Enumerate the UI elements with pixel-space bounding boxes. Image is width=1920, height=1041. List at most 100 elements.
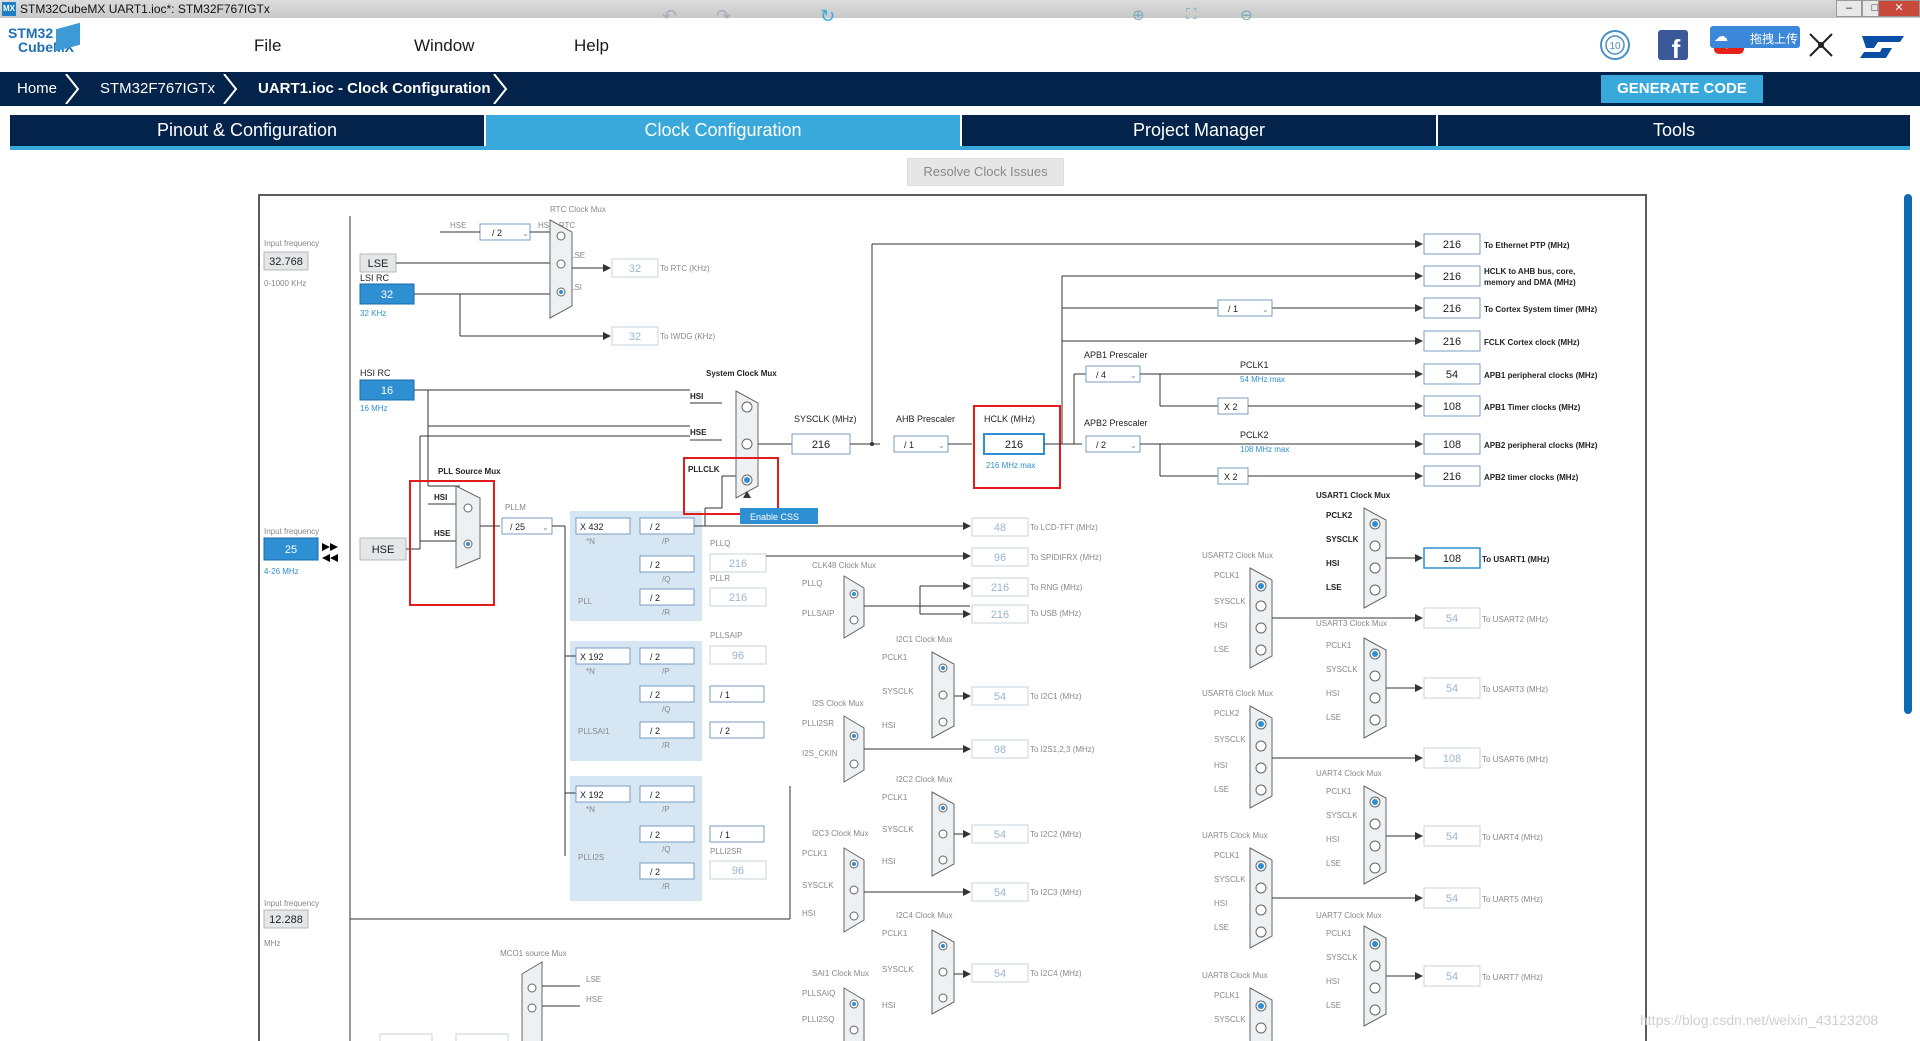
mco1-source-mux — [521, 961, 543, 1041]
tab-clock-configuration[interactable]: Clock Configuration — [486, 115, 960, 146]
fit-screen-icon[interactable]: ⛶ — [1186, 6, 1197, 23]
i2c4-value: 54 — [994, 968, 1006, 980]
clk48-radio-pllq-selected — [852, 592, 856, 596]
menu-file[interactable]: File — [254, 36, 281, 56]
pll-q-divider[interactable] — [639, 555, 695, 573]
pllsai1-p-value: / 2 — [650, 652, 660, 662]
usart3-radio-lse[interactable] — [1369, 714, 1381, 726]
usart6-in4: LSE — [1214, 785, 1229, 794]
usart6-radio-lse[interactable] — [1255, 784, 1267, 796]
i2c2-radio-sysclk[interactable] — [938, 829, 948, 839]
clk48-radio-pllsaip[interactable] — [849, 615, 859, 625]
undo-icon[interactable]: ↶ — [662, 6, 677, 27]
usart2-radio-lse[interactable] — [1255, 644, 1267, 656]
resolve-clock-issues-button[interactable]: Resolve Clock Issues — [907, 158, 1064, 186]
i2c4-radio-sysclk[interactable] — [938, 967, 948, 977]
pllsai1-p-divider[interactable] — [639, 647, 695, 665]
i2c4-radio-hsi[interactable] — [938, 993, 948, 1003]
uart4-radio-sysclk[interactable] — [1369, 818, 1381, 830]
rtc-mux-radio-lse[interactable] — [556, 259, 566, 269]
rtc-mux-radio-hse[interactable] — [556, 231, 566, 241]
plli2s-n-value: X 192 — [580, 790, 604, 800]
usart1-in4: LSE — [1326, 583, 1342, 592]
uart5-in2: SYSCLK — [1214, 875, 1246, 884]
uart7-radio-lse[interactable] — [1369, 1004, 1381, 1016]
lse-freq-value: 32.768 — [269, 256, 303, 268]
mco1-radio-lse[interactable] — [527, 983, 537, 993]
uart4-in2: SYSCLK — [1326, 811, 1358, 820]
usart3-radio-hsi[interactable] — [1369, 692, 1381, 704]
upload-badge[interactable]: ☁ 拖拽上传 — [1710, 26, 1800, 48]
pllsai1-q-post-divider[interactable] — [709, 685, 765, 703]
plli2s-q-post-divider[interactable] — [709, 825, 765, 843]
uart5-radio-selected — [1258, 863, 1264, 869]
mco1-radio-hse[interactable] — [527, 1003, 537, 1013]
clk48-in1-label: PLLQ — [802, 579, 822, 588]
vertical-scrollbar[interactable] — [1904, 194, 1912, 714]
refresh-icon[interactable]: ↻ — [820, 6, 835, 27]
usart3-radio-sysclk[interactable] — [1369, 670, 1381, 682]
plli2s-r-divider[interactable] — [639, 862, 695, 880]
zoom-out-icon[interactable]: ⊖ — [1240, 6, 1253, 24]
tab-pinout[interactable]: Pinout & Configuration — [10, 115, 484, 146]
uart7-radio-sysclk[interactable] — [1369, 960, 1381, 972]
menu-window[interactable]: Window — [414, 36, 474, 56]
uart5-in1: PCLK1 — [1214, 851, 1240, 860]
usart1-radio-lse[interactable] — [1369, 584, 1381, 596]
pll-r-divider[interactable] — [639, 588, 695, 606]
pllsai1-r-divider[interactable] — [639, 721, 695, 739]
pllsai1-q-divider[interactable] — [639, 685, 695, 703]
i2c3-radio-sysclk[interactable] — [849, 885, 859, 895]
uart5-radio-hsi[interactable] — [1255, 904, 1267, 916]
uart4-radio-hsi[interactable] — [1369, 840, 1381, 852]
zoom-in-icon[interactable]: ⊕ — [1132, 6, 1145, 24]
uart5-radio-sysclk[interactable] — [1255, 882, 1267, 894]
i2c3-in1: PCLK1 — [802, 849, 828, 858]
pll-p-divider[interactable] — [639, 517, 695, 535]
plli2s-q-divider[interactable] — [639, 825, 695, 843]
close-button[interactable]: ✕ — [1878, 0, 1920, 17]
uart8-radio-sysclk[interactable] — [1255, 1022, 1267, 1034]
i2c1-radio-sysclk[interactable] — [938, 690, 948, 700]
usart2-radio-hsi[interactable] — [1255, 622, 1267, 634]
output-fclk-label: FCLK Cortex clock (MHz) — [1484, 338, 1580, 347]
anniversary-icon[interactable]: 10 — [1598, 28, 1632, 62]
facebook-icon[interactable]: f — [1656, 28, 1690, 62]
network-icon[interactable] — [1804, 28, 1838, 62]
chevron-down-icon: ⌄ — [938, 441, 945, 450]
menu-help[interactable]: Help — [574, 36, 609, 56]
sys-mux-radio-pllclk-selected — [744, 477, 750, 483]
i2s-radio-ckin[interactable] — [849, 759, 859, 769]
mco1-in1: LSE — [586, 975, 601, 984]
sysclk-label: SYSCLK (MHz) — [794, 414, 857, 424]
plli2s-p-divider[interactable] — [639, 785, 695, 803]
tab-project-manager[interactable]: Project Manager — [962, 115, 1436, 146]
uart4-radio-lse[interactable] — [1369, 862, 1381, 874]
pllsaip-value: 96 — [732, 650, 744, 662]
i2c3-radio-hsi[interactable] — [849, 911, 859, 921]
uart7-radio-hsi[interactable] — [1369, 982, 1381, 994]
i2c2-radio-hsi[interactable] — [938, 855, 948, 865]
sai1-radio-plli2sq[interactable] — [849, 1025, 859, 1035]
breadcrumb-device[interactable]: STM32F767IGTx — [100, 80, 215, 97]
uart5-radio-lse[interactable] — [1255, 926, 1267, 938]
breadcrumb-home[interactable]: Home — [17, 80, 57, 97]
minimize-button[interactable]: – — [1836, 0, 1862, 17]
usart1-radio-hsi[interactable] — [1369, 562, 1381, 574]
spdifrx-value: 96 — [994, 552, 1006, 564]
generate-code-button[interactable]: GENERATE CODE — [1601, 75, 1763, 103]
usart2-radio-sysclk[interactable] — [1255, 600, 1267, 612]
i2c1-radio-hsi[interactable] — [938, 717, 948, 727]
redo-icon[interactable]: ↷ — [716, 6, 731, 27]
usart1-radio-sysclk[interactable] — [1369, 540, 1381, 552]
sys-mux-radio-hsi[interactable] — [741, 401, 753, 413]
usart6-radio-hsi[interactable] — [1255, 762, 1267, 774]
usart6-radio-sysclk[interactable] — [1255, 740, 1267, 752]
breadcrumb-current[interactable]: UART1.ioc - Clock Configuration — [258, 80, 491, 97]
pllsai1-q-value: / 2 — [650, 690, 660, 700]
pllsai1-r-post-divider[interactable] — [709, 721, 765, 739]
pclk2-max: 108 MHz max — [1240, 445, 1289, 454]
sys-mux-radio-hse[interactable] — [741, 438, 753, 450]
tab-tools[interactable]: Tools — [1438, 115, 1910, 146]
pll-src-radio-hsi[interactable] — [463, 503, 473, 513]
